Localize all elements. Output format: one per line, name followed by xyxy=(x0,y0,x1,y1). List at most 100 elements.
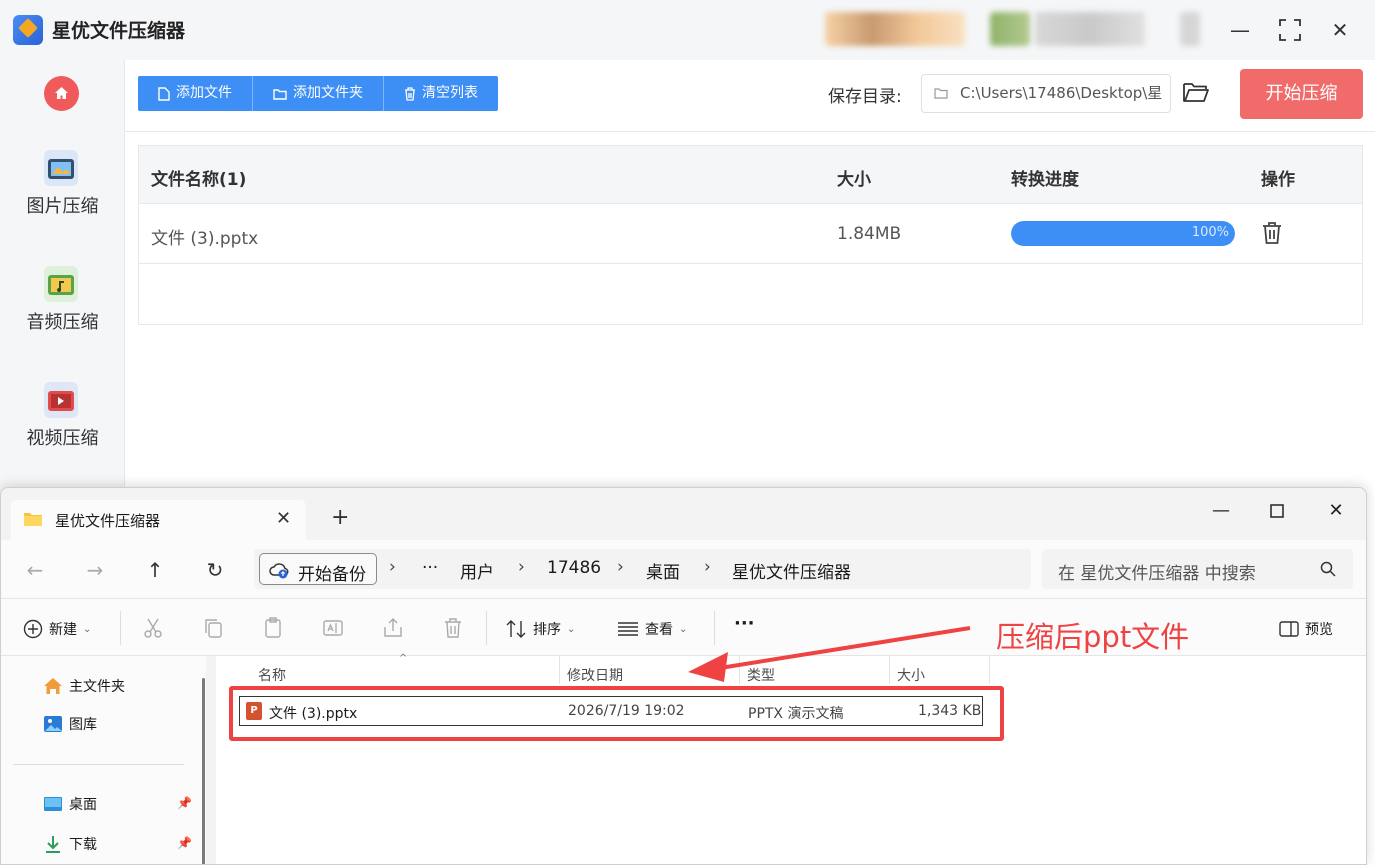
add-folder-button[interactable]: 添加文件夹 xyxy=(253,76,384,111)
explorer-tab[interactable]: 星优文件压缩器 ✕ xyxy=(11,500,306,540)
start-compress-button[interactable]: 开始压缩 xyxy=(1240,69,1363,119)
close-icon[interactable]: ✕ xyxy=(1316,496,1356,526)
video-icon xyxy=(44,382,78,418)
chevron-right-icon: › xyxy=(389,557,396,577)
app-title: 星优文件压缩器 xyxy=(52,20,186,42)
chevron-right-icon: › xyxy=(518,557,525,577)
folder-icon xyxy=(273,88,287,100)
nav-label: 主文件夹 xyxy=(69,679,125,695)
col-header-date[interactable]: 修改日期 xyxy=(567,665,623,685)
close-tab-icon[interactable]: ✕ xyxy=(276,508,291,529)
breadcrumb-ellipsis[interactable]: ··· xyxy=(422,558,438,578)
address-bar[interactable]: 开始备份 › ··· 用户 › 17486 › 桌面 › 星优文件压缩器 xyxy=(254,549,1031,589)
delete-button[interactable] xyxy=(1261,221,1283,249)
nav-item-home[interactable]: 主文件夹 xyxy=(43,676,125,696)
view-label: 查看 xyxy=(645,622,673,638)
pin-icon[interactable]: 📌 xyxy=(177,836,192,850)
backup-label: 开始备份 xyxy=(298,565,366,585)
blurred-account-info xyxy=(825,12,965,46)
backup-button[interactable]: 开始备份 xyxy=(259,553,377,585)
folder-icon xyxy=(934,88,948,99)
nav-item-gallery[interactable]: 图库 xyxy=(43,714,97,734)
back-arrow-icon[interactable]: ← xyxy=(21,556,49,584)
refresh-icon[interactable]: ↻ xyxy=(201,556,229,584)
forward-arrow-icon[interactable]: → xyxy=(81,556,109,584)
breadcrumb-current[interactable]: 星优文件压缩器 xyxy=(732,558,851,583)
file-table: 文件名称(1) 大小 转换进度 操作 文件 (3).pptx 1.84MB 10… xyxy=(138,145,1363,325)
breadcrumb-users[interactable]: 用户 xyxy=(460,558,494,583)
nav-item-desktop[interactable]: 桌面 xyxy=(43,794,97,814)
sidebar-item-audio[interactable]: 音频压缩 xyxy=(0,266,125,356)
sidebar-item-label: 视频压缩 xyxy=(26,428,99,449)
share-icon[interactable] xyxy=(381,616,405,640)
minimize-icon[interactable]: — xyxy=(1222,14,1258,46)
add-file-button[interactable]: 添加文件 xyxy=(138,76,253,111)
browse-folder-button[interactable] xyxy=(1182,80,1210,108)
nav-item-downloads[interactable]: 下载 xyxy=(43,834,97,854)
file-icon xyxy=(158,86,170,101)
clear-list-button[interactable]: 清空列表 xyxy=(384,76,498,111)
divider xyxy=(559,656,560,684)
sort-up-icon: ^ xyxy=(399,653,408,664)
maximize-icon[interactable] xyxy=(1272,14,1308,46)
download-icon xyxy=(46,836,60,853)
annotation-arrow-icon xyxy=(688,626,971,682)
delete-icon[interactable] xyxy=(441,616,465,640)
preview-pane-icon xyxy=(1279,621,1299,637)
sort-button[interactable]: 排序 ⌄ xyxy=(505,619,575,639)
col-header-progress: 转换进度 xyxy=(1011,170,1079,190)
nav-label: 图库 xyxy=(69,717,97,733)
sidebar-item-image[interactable]: 图片压缩 xyxy=(0,150,125,240)
chevron-right-icon: › xyxy=(704,557,711,577)
divider xyxy=(486,611,487,645)
table-row[interactable]: 文件 (3).pptx 1.84MB 100% xyxy=(139,204,1362,264)
file-name: 文件 (3).pptx xyxy=(151,229,259,249)
sort-label: 排序 xyxy=(533,622,561,638)
up-arrow-icon[interactable]: ↑ xyxy=(141,556,169,584)
search-input[interactable]: 在 星优文件压缩器 中搜索 xyxy=(1042,549,1353,589)
breadcrumb-user[interactable]: 17486 xyxy=(547,558,601,578)
copy-icon[interactable] xyxy=(201,616,225,640)
pin-icon[interactable]: 📌 xyxy=(177,796,192,810)
paste-icon[interactable] xyxy=(261,616,285,640)
tab-title: 星优文件压缩器 xyxy=(55,512,161,530)
chevron-right-icon: › xyxy=(617,557,624,577)
maximize-icon[interactable] xyxy=(1257,496,1297,526)
cloud-backup-icon xyxy=(269,563,289,579)
close-icon[interactable]: ✕ xyxy=(1322,14,1358,46)
divider xyxy=(125,131,1375,132)
search-icon xyxy=(1320,561,1336,577)
scrollbar[interactable] xyxy=(202,678,205,864)
highlight-box xyxy=(229,686,1004,741)
divider xyxy=(13,764,184,765)
save-directory-field[interactable]: C:\Users\17486\Desktop\星 xyxy=(921,74,1171,113)
annotation-text: 压缩后ppt文件 xyxy=(996,620,1190,654)
preview-label: 预览 xyxy=(1305,622,1333,638)
minimize-icon[interactable]: — xyxy=(1201,496,1241,526)
new-button[interactable]: 新建 ⌄ xyxy=(23,619,91,639)
home-icon xyxy=(55,87,68,99)
trash-icon xyxy=(405,86,415,101)
new-tab-icon[interactable]: + xyxy=(331,505,349,530)
col-header-name[interactable]: 名称 xyxy=(258,665,286,685)
breadcrumb-desktop[interactable]: 桌面 xyxy=(646,558,680,583)
sidebar-item-label: 音频压缩 xyxy=(26,312,99,333)
col-header-name: 文件名称(1) xyxy=(151,170,247,190)
blurred-badge xyxy=(1180,12,1200,46)
nav-label: 桌面 xyxy=(69,797,97,813)
divider xyxy=(120,611,121,645)
save-directory-label: 保存目录: xyxy=(828,87,902,107)
add-folder-label: 添加文件夹 xyxy=(293,85,363,101)
preview-button[interactable]: 预览 xyxy=(1279,619,1333,639)
file-size: 1.84MB xyxy=(837,224,902,244)
folder-open-icon xyxy=(1183,83,1209,102)
rename-icon[interactable] xyxy=(321,616,345,640)
file-toolbar: 添加文件 添加文件夹 清空列表 xyxy=(138,76,498,111)
view-button[interactable]: 查看 ⌄ xyxy=(617,619,687,639)
sidebar-item-video[interactable]: 视频压缩 xyxy=(0,382,125,472)
app-titlebar: 星优文件压缩器 — ✕ xyxy=(0,0,1375,60)
cut-icon[interactable] xyxy=(141,616,165,640)
view-list-icon xyxy=(618,622,638,636)
col-header-action: 操作 xyxy=(1261,170,1295,190)
home-button[interactable] xyxy=(44,76,79,111)
